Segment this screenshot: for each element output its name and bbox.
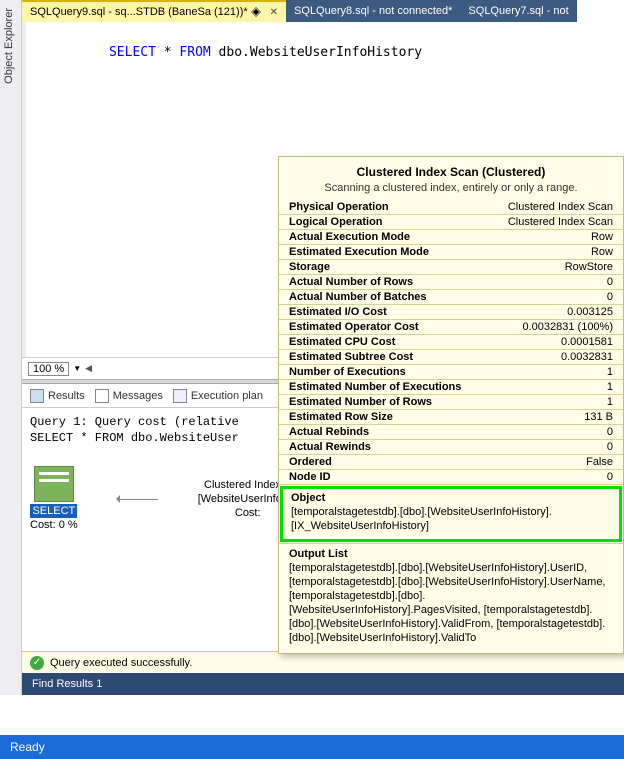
document-tabs: SQLQuery9.sql - sq...STDB (BaneSa (121))… <box>22 0 624 22</box>
tooltip-object-body: [temporalstagetestdb].[dbo].[WebsiteUser… <box>291 505 611 533</box>
find-results-bar[interactable]: Find Results 1 <box>22 673 624 695</box>
tab-messages[interactable]: Messages <box>95 389 163 403</box>
tooltip-row: Estimated Row Size131 B <box>279 410 623 425</box>
success-icon: ✓ <box>30 656 44 670</box>
tooltip-object-section: Object [temporalstagetestdb].[dbo].[Webs… <box>281 487 621 541</box>
op-select-label: SELECT <box>30 504 77 518</box>
tooltip-row: Physical OperationClustered Index Scan <box>279 200 623 215</box>
nav-left-icon[interactable]: ◀ <box>85 363 92 374</box>
status-bar: ✓ Query executed successfully. <box>22 651 624 673</box>
tooltip-row: Estimated CPU Cost0.0001581 <box>279 335 623 350</box>
tooltip-row: Actual Rebinds0 <box>279 425 623 440</box>
tooltip-row: Actual Number of Rows0 <box>279 275 623 290</box>
plan-op-select[interactable]: SELECT Cost: 0 % <box>30 466 78 532</box>
tab-query7[interactable]: SQLQuery7.sql - not <box>460 0 576 22</box>
tooltip-title: Clustered Index Scan (Clustered) <box>289 165 613 179</box>
tooltip-row: Estimated I/O Cost0.003125 <box>279 305 623 320</box>
ready-statusbar: Ready <box>0 735 624 759</box>
status-text: Query executed successfully. <box>50 657 192 669</box>
tab-execution-plan[interactable]: Execution plan <box>173 389 263 403</box>
tab-results[interactable]: Results <box>30 389 85 403</box>
zoom-dropdown-icon[interactable]: ▼ <box>73 364 81 373</box>
op-select-cost: Cost: 0 % <box>30 519 78 531</box>
tooltip-row: Actual Execution ModeRow <box>279 230 623 245</box>
kw-from: FROM <box>179 45 210 60</box>
pin-icon[interactable]: ▣ <box>250 5 264 19</box>
tooltip-output-title: Output List <box>289 548 613 560</box>
grid-icon <box>30 389 44 403</box>
tooltip-row: OrderedFalse <box>279 455 623 470</box>
tooltip-row: Estimated Number of Executions1 <box>279 380 623 395</box>
tooltip-row: Node ID0 <box>279 470 623 485</box>
object-explorer-panel[interactable]: Object Explorer <box>0 0 22 695</box>
tooltip-desc: Scanning a clustered index, entirely or … <box>289 182 613 194</box>
tab-query8[interactable]: SQLQuery8.sql - not connected* <box>286 0 460 22</box>
tooltip-row: Logical OperationClustered Index Scan <box>279 215 623 230</box>
find-results-label: Find Results 1 <box>32 678 102 690</box>
tooltip-row: Estimated Execution ModeRow <box>279 245 623 260</box>
tab-label: SQLQuery8.sql - not connected* <box>294 5 452 17</box>
tooltip-row: Estimated Number of Rows1 <box>279 395 623 410</box>
tooltip-output-body: [temporalstagetestdb].[dbo].[WebsiteUser… <box>289 561 613 645</box>
tooltip-object-title: Object <box>291 492 611 504</box>
tooltip-properties: Physical OperationClustered Index ScanLo… <box>279 200 623 485</box>
tab-label: SQLQuery9.sql - sq...STDB (BaneSa (121))… <box>30 6 248 18</box>
tooltip-output-section: Output List [temporalstagetestdb].[dbo].… <box>279 543 623 653</box>
plan-arrow <box>118 499 158 500</box>
tooltip-row: Number of Executions1 <box>279 365 623 380</box>
tooltip-row: StorageRowStore <box>279 260 623 275</box>
tooltip-row: Actual Rewinds0 <box>279 440 623 455</box>
zoom-select[interactable]: 100 % <box>28 362 69 376</box>
tab-query9[interactable]: SQLQuery9.sql - sq...STDB (BaneSa (121))… <box>22 0 286 22</box>
tooltip-row: Estimated Operator Cost0.0032831 (100%) <box>279 320 623 335</box>
messages-icon <box>95 389 109 403</box>
tooltip-row: Estimated Subtree Cost0.0032831 <box>279 350 623 365</box>
close-icon[interactable]: ✕ <box>270 7 278 18</box>
ready-label: Ready <box>10 740 45 754</box>
kw-select: SELECT <box>109 45 156 60</box>
tab-label: SQLQuery7.sql - not <box>468 5 568 17</box>
select-op-icon <box>34 466 74 502</box>
operator-tooltip: Clustered Index Scan (Clustered) Scannin… <box>278 156 624 654</box>
object-explorer-label: Object Explorer <box>0 0 18 92</box>
plan-icon <box>173 389 187 403</box>
tooltip-row: Actual Number of Batches0 <box>279 290 623 305</box>
